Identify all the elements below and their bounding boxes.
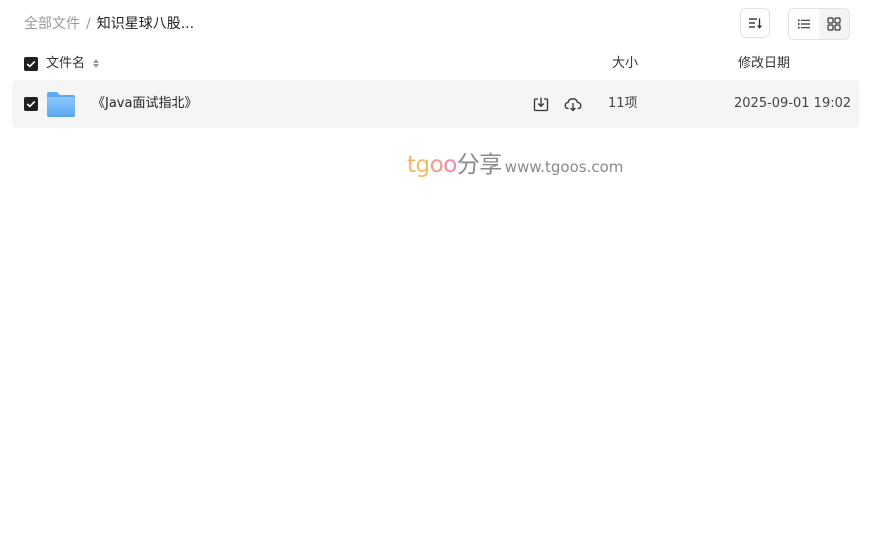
list-view-button[interactable] [789,9,819,39]
column-header-name-label: 文件名 [46,56,86,71]
wm-letter-o2: o [443,152,457,178]
top-bar: 全部文件 / 知识星球八股... [0,0,874,48]
breadcrumb: 全部文件 / 知识星球八股... [24,15,194,33]
breadcrumb-separator: / [86,16,91,32]
select-all-checkbox[interactable] [24,57,38,71]
check-icon [26,100,36,108]
watermark-url: www.tgoos.com [504,158,624,176]
list-view-icon [798,19,810,29]
wm-letter-t: t [407,152,416,178]
grid-view-button[interactable] [819,9,849,39]
sort-button[interactable] [740,8,770,38]
download-button[interactable] [532,95,550,113]
file-name-link[interactable]: 《Java面试指北》 [92,96,197,112]
download-icon [533,97,549,112]
breadcrumb-root-link[interactable]: 全部文件 [24,16,80,32]
watermark-brand: tgoo分享 [407,152,502,178]
file-size: 11项 [608,96,638,111]
wm-brand-cn: 分享 [456,152,503,178]
watermark: tgoo分享 www.tgoos.com [407,145,623,179]
sort-lines-icon [749,18,762,29]
wm-letter-g: g [415,152,431,178]
breadcrumb-current-folder: 知识星球八股... [96,16,195,32]
column-header-name[interactable]: 文件名 [46,56,100,72]
save-to-cloud-button[interactable] [564,95,582,113]
table-header: 文件名 大小 修改日期 [0,50,874,78]
table-row[interactable]: 《Java面试指北》 11项 2025-09-01 19:02 [12,80,859,128]
sort-caret-icon[interactable] [93,59,100,68]
column-header-date[interactable]: 修改日期 [738,56,790,72]
file-modified-date: 2025-09-01 19:02 [734,96,852,111]
cloud-save-icon [564,98,582,112]
folder-icon [47,92,75,117]
row-checkbox[interactable] [24,97,38,111]
check-icon [26,60,36,68]
view-toggle-group [788,8,850,40]
column-header-size[interactable]: 大小 [612,56,638,72]
wm-letter-o1: o [429,152,444,178]
grid-view-icon [827,17,841,31]
